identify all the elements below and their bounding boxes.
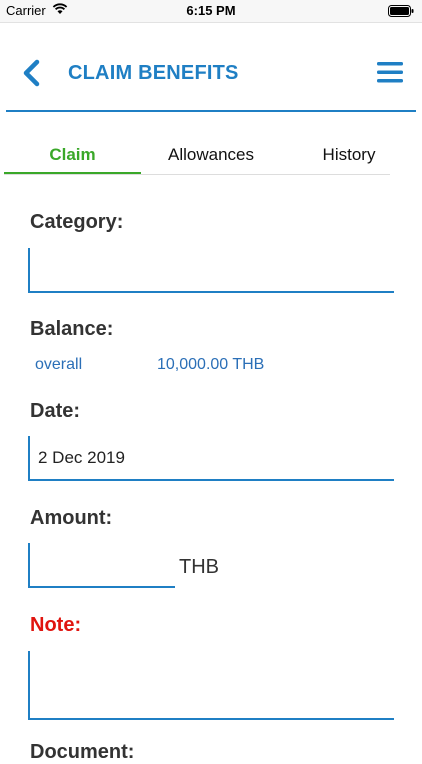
tab-history[interactable]: History <box>281 140 417 174</box>
clock-time: 6:15 PM <box>186 3 236 18</box>
status-bar: Carrier 6:15 PM <box>0 0 422 23</box>
back-button[interactable] <box>20 58 44 88</box>
balance-amount: 10,000.00 THB <box>157 356 265 373</box>
note-input[interactable] <box>30 651 394 718</box>
balance-type: overall <box>35 356 83 373</box>
balance-label: Balance: <box>30 318 114 340</box>
amount-input[interactable] <box>30 543 175 586</box>
note-field[interactable] <box>28 651 394 720</box>
page-title: CLAIM BENEFITS <box>68 62 239 84</box>
category-label: Category: <box>30 211 124 233</box>
tab-history-label: History <box>322 145 376 164</box>
tabs-divider <box>4 174 390 175</box>
tab-claim[interactable]: Claim <box>4 140 141 174</box>
tab-bar: Claim Allowances History <box>4 140 390 174</box>
chevron-left-icon <box>23 59 40 87</box>
category-input[interactable] <box>30 248 394 291</box>
tab-claim-label: Claim <box>49 145 96 164</box>
menu-button[interactable] <box>376 60 404 86</box>
app-header: CLAIM BENEFITS <box>0 22 422 114</box>
date-field[interactable] <box>28 436 394 481</box>
amount-label: Amount: <box>30 507 113 529</box>
date-input[interactable] <box>30 436 394 479</box>
battery-icon <box>388 5 414 20</box>
note-label: Note: <box>30 614 82 636</box>
amount-unit: THB <box>179 556 219 578</box>
tab-allowances-label: Allowances <box>168 145 254 164</box>
header-divider <box>6 110 416 112</box>
tab-allowances[interactable]: Allowances <box>141 140 281 174</box>
document-label: Document: <box>30 741 135 763</box>
hamburger-menu-icon <box>377 62 403 83</box>
date-label: Date: <box>30 400 81 422</box>
category-field[interactable] <box>28 248 394 293</box>
amount-field[interactable] <box>28 543 175 588</box>
